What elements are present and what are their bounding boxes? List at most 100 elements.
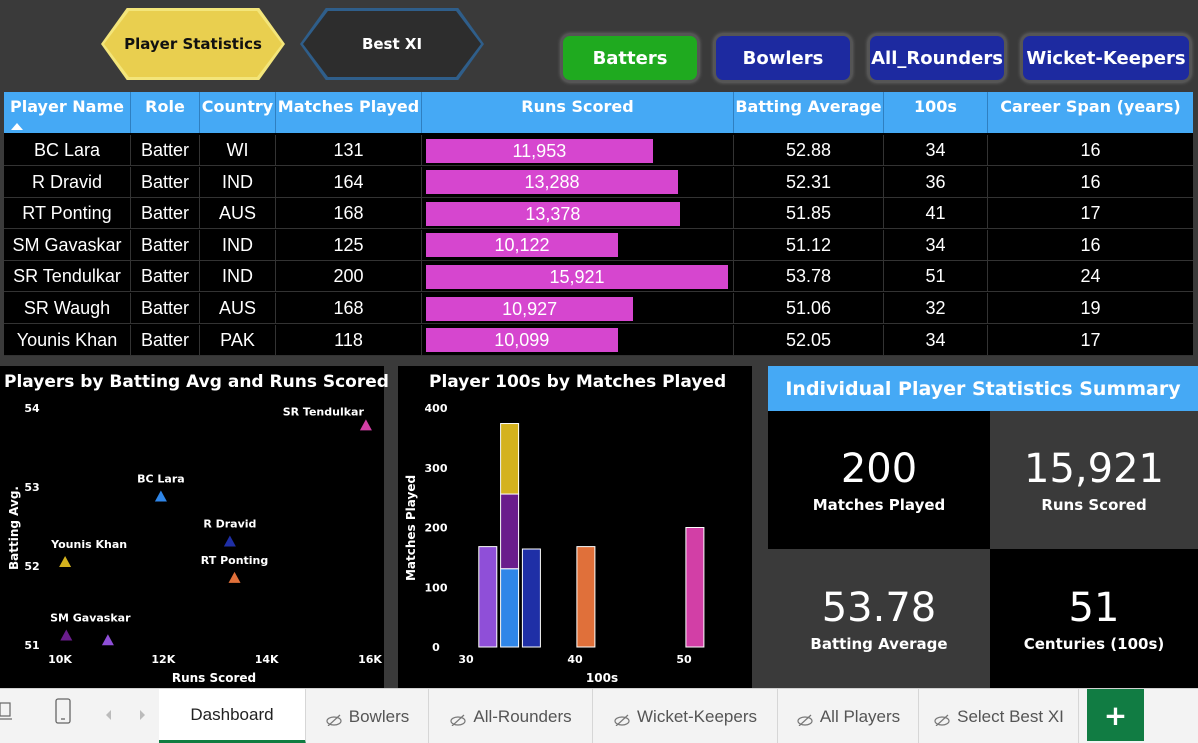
runs-bar: 13,288 (426, 170, 679, 195)
kpi-matches: 200 Matches Played (768, 411, 990, 549)
table-row[interactable]: Younis Khan Batter PAK 118 10,099 52.05 34 17 (4, 324, 1193, 356)
bar-segment[interactable] (500, 493, 520, 570)
scatter-y-tick: 53 (24, 481, 39, 494)
average-cell: 51.06 (734, 293, 884, 324)
runs-cell: 10,122 (422, 229, 734, 261)
bar-segment[interactable] (521, 548, 541, 648)
kpi-runs-value: 15,921 (1024, 446, 1164, 492)
bar-segment[interactable] (478, 546, 498, 648)
scroll-right-icon[interactable] (137, 707, 147, 726)
kpi-centuries-label: Centuries (100s) (1023, 634, 1165, 653)
summary-title: Individual Player Statistics Summary (768, 366, 1198, 411)
kpi-average-value: 53.78 (821, 584, 937, 631)
runs-bar: 10,122 (426, 233, 618, 258)
scatter-point[interactable] (101, 634, 114, 646)
sheet-tab-all-players[interactable]: All Players (778, 689, 919, 743)
best-xi-button[interactable]: Best XI (303, 11, 481, 77)
sheet-tab-bar: Dashboard Bowlers All-Rounders Wicket-Ke… (0, 688, 1198, 743)
table-row[interactable]: RT Ponting Batter AUS 168 13,378 51.85 41 17 (4, 198, 1193, 230)
runs-bar-label: 13,288 (524, 172, 580, 193)
header-role[interactable]: Role (131, 92, 200, 133)
bar-segment[interactable] (576, 546, 596, 648)
hundreds-cell: 32 (884, 293, 988, 324)
player-name-cell: Younis Khan (4, 324, 131, 356)
sheet-tab-select-best-xi[interactable]: Select Best XI (919, 689, 1079, 743)
header-100s[interactable]: 100s (884, 92, 988, 133)
header-player-name[interactable]: Player Name (4, 92, 131, 133)
player-name-cell: SR Tendulkar (4, 261, 131, 293)
runs-bar: 11,953 (426, 138, 653, 163)
player-name-cell: R Dravid (4, 166, 131, 198)
player-statistics-button[interactable]: Player Statistics (104, 11, 282, 77)
matches-cell: 164 (276, 166, 422, 198)
sheet-tab-wicket-keepers[interactable]: Wicket-Keepers (593, 689, 778, 743)
runs-cell: 13,288 (422, 166, 734, 198)
matches-cell: 168 (276, 198, 422, 230)
average-cell: 51.12 (734, 229, 884, 261)
scatter-point-label: SM Gavaskar (50, 612, 131, 625)
bar-panel: Player 100s by Matches Played 0 100 200 300… (398, 366, 752, 688)
kpi-centuries-value: 51 (1068, 584, 1120, 631)
scatter-point[interactable] (228, 571, 241, 583)
matches-cell: 125 (276, 229, 422, 261)
role-cell: Batter (131, 229, 200, 261)
country-cell: IND (200, 261, 276, 293)
runs-bar: 13,378 (426, 201, 680, 226)
header-country[interactable]: Country (200, 92, 276, 133)
add-sheet-button[interactable]: + (1087, 689, 1144, 741)
bowlers-button[interactable]: Bowlers (714, 34, 852, 82)
scatter-point[interactable] (60, 629, 73, 641)
bar-y-tick: 0 (432, 641, 440, 654)
scroll-left-icon[interactable] (104, 707, 114, 726)
sheet-tab-bowlers[interactable]: Bowlers (306, 689, 429, 743)
mobile-view-icon[interactable] (54, 698, 74, 726)
runs-cell: 10,927 (422, 293, 734, 324)
scatter-point-label: BC Lara (137, 472, 185, 485)
scatter-x-tick: 12K (151, 653, 175, 666)
scatter-x-axis-title: Runs Scored (172, 671, 256, 685)
scatter-point[interactable] (59, 556, 72, 568)
bar-segment[interactable] (685, 527, 705, 648)
hidden-eye-icon (325, 711, 343, 726)
average-cell: 53.78 (734, 261, 884, 293)
hundreds-cell: 34 (884, 229, 988, 261)
batters-table: Player Name Role Country Matches Played … (4, 92, 1193, 356)
table-row[interactable]: BC Lara Batter WI 131 11,953 52.88 34 16 (4, 135, 1193, 166)
average-cell: 52.31 (734, 166, 884, 198)
kpi-centuries: 51 Centuries (100s) (990, 549, 1198, 688)
table-row[interactable]: SR Waugh Batter AUS 168 10,927 51.06 32 19 (4, 293, 1193, 324)
span-cell: 16 (1080, 140, 1101, 160)
runs-bar-label: 10,099 (494, 330, 550, 351)
table-row[interactable]: SR Tendulkar Batter IND 200 15,921 53.78 51 24 (4, 261, 1193, 293)
country-cell: WI (200, 135, 276, 166)
bar-segment[interactable] (500, 568, 520, 648)
scatter-point[interactable] (359, 419, 372, 431)
table-row[interactable]: R Dravid Batter IND 164 13,288 52.31 36 16 (4, 166, 1193, 198)
table-row[interactable]: SM Gavaskar Batter IND 125 10,122 51.12 34 16 (4, 229, 1193, 261)
header-batting-average[interactable]: Batting Average (734, 92, 884, 133)
header-matches-played[interactable]: Matches Played (276, 92, 422, 133)
batters-button[interactable]: Batters (561, 34, 699, 82)
all-rounders-button[interactable]: All_Rounders (868, 34, 1006, 82)
scatter-point[interactable] (223, 535, 236, 547)
scatter-y-axis-title: Batting Avg. (7, 486, 21, 570)
role-cell: Batter (131, 293, 200, 324)
scatter-point-label: RT Ponting (201, 554, 269, 567)
runs-bar-label: 11,953 (512, 140, 567, 161)
kpi-runs: 15,921 Runs Scored (990, 411, 1198, 549)
scatter-point[interactable] (154, 490, 167, 502)
hundreds-cell: 34 (884, 324, 988, 356)
sheet-tab-dashboard[interactable]: Dashboard (159, 689, 306, 743)
matches-cell: 168 (276, 293, 422, 324)
header-runs-scored[interactable]: Runs Scored (422, 92, 734, 133)
bar-segment[interactable] (500, 423, 520, 495)
bar-y-axis-title: Matches Played (404, 475, 418, 581)
header-career-span[interactable]: Career Span (years) (988, 92, 1193, 133)
sort-ascending-icon (11, 123, 23, 130)
sheet-tab-all-players-label: All Players (819, 706, 901, 726)
wicket-keepers-button[interactable]: Wicket-Keepers (1021, 34, 1191, 82)
sheet-tab-all-rounders[interactable]: All-Rounders (429, 689, 593, 743)
matches-cell: 118 (276, 324, 422, 356)
matches-cell: 200 (276, 261, 422, 293)
normal-view-icon[interactable] (0, 701, 14, 721)
